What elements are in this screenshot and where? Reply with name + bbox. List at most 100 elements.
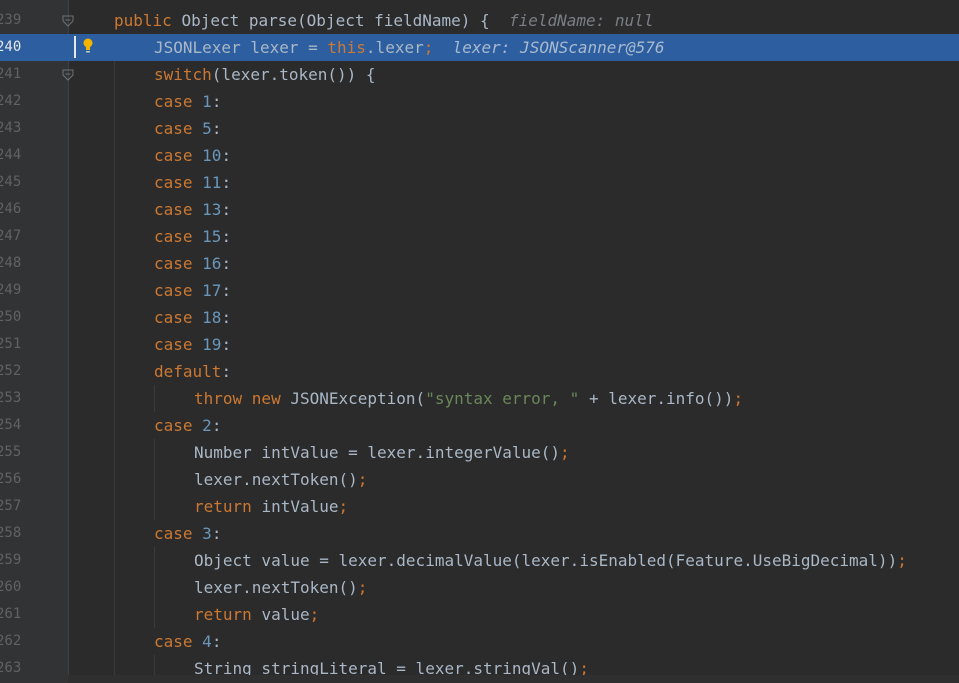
code-line[interactable]: 250 case 18: xyxy=(0,304,959,331)
line-number[interactable]: 249 xyxy=(0,277,26,304)
code-text[interactable]: return value; xyxy=(194,601,319,628)
code-text[interactable]: switch(lexer.token()) { xyxy=(154,61,376,88)
code-line[interactable]: 259 Object value = lexer.decimalValue(lex… xyxy=(0,547,959,574)
code-token: ; xyxy=(423,38,434,57)
code-line[interactable]: 256 lexer.nextToken(); xyxy=(0,466,959,493)
code-line[interactable]: 262 case 4: xyxy=(0,628,959,655)
code-text[interactable]: case 3: xyxy=(154,520,221,547)
code-line[interactable]: 257 return intValue; xyxy=(0,493,959,520)
code-text[interactable]: public Object parse(Object fieldName) { … xyxy=(114,7,653,34)
line-number[interactable]: 263 xyxy=(0,655,26,682)
lightbulb-icon[interactable] xyxy=(82,37,94,57)
code-text[interactable]: Object value = lexer.decimalValue(lexer.… xyxy=(194,547,907,574)
code-token: case xyxy=(154,335,203,354)
line-number[interactable]: 245 xyxy=(0,169,26,196)
code-token: 15 xyxy=(202,227,222,246)
code-text[interactable]: case 11: xyxy=(154,169,231,196)
code-line[interactable]: 252 default: xyxy=(0,358,959,385)
line-number[interactable]: 260 xyxy=(0,574,26,601)
code-text[interactable]: JSONLexer lexer = this.lexer; lexer: JSO… xyxy=(154,34,665,61)
code-token: : xyxy=(211,119,222,138)
code-token: 3 xyxy=(202,524,212,543)
code-text[interactable]: case 10: xyxy=(154,142,231,169)
line-number[interactable]: 259 xyxy=(0,547,26,574)
code-text[interactable]: case 18: xyxy=(154,304,231,331)
code-text[interactable]: case 15: xyxy=(154,223,231,250)
code-line[interactable]: 261 return value; xyxy=(0,601,959,628)
code-line[interactable]: 245 case 11: xyxy=(0,169,959,196)
code-text[interactable]: default: xyxy=(154,358,231,385)
line-number[interactable]: 240 xyxy=(0,34,26,61)
code-text[interactable]: case 19: xyxy=(154,331,231,358)
line-number[interactable]: 251 xyxy=(0,331,26,358)
fold-marker-icon[interactable] xyxy=(62,15,74,27)
line-number[interactable]: 239 xyxy=(0,7,26,34)
code-line[interactable]: 260 lexer.nextToken(); xyxy=(0,574,959,601)
code-line[interactable]: 255 Number intValue = lexer.integerValue(… xyxy=(0,439,959,466)
line-number[interactable]: 256 xyxy=(0,466,26,493)
code-text[interactable]: return intValue; xyxy=(194,493,348,520)
code-token: 10 xyxy=(202,146,222,165)
code-token: : xyxy=(211,524,222,543)
code-text[interactable]: case 4: xyxy=(154,628,221,655)
code-text[interactable]: throw new JSONException("syntax error, "… xyxy=(194,385,743,412)
code-line[interactable]: 254 case 2: xyxy=(0,412,959,439)
code-token: 2 xyxy=(202,416,212,435)
code-text[interactable]: case 16: xyxy=(154,250,231,277)
line-number[interactable]: 243 xyxy=(0,115,26,142)
code-line[interactable]: 242 case 1: xyxy=(0,88,959,115)
line-number[interactable]: 261 xyxy=(0,601,26,628)
code-token: : xyxy=(221,254,232,273)
line-number[interactable]: 262 xyxy=(0,628,26,655)
code-token: 4 xyxy=(202,632,212,651)
code-line[interactable]: 243 case 5: xyxy=(0,115,959,142)
code-line[interactable]: 249 case 17: xyxy=(0,277,959,304)
code-line[interactable]: 253 throw new JSONException("syntax error… xyxy=(0,385,959,412)
horizontal-scrollbar[interactable] xyxy=(68,675,959,683)
code-token: 1 xyxy=(202,92,212,111)
line-number[interactable]: 248 xyxy=(0,250,26,277)
line-number[interactable]: 253 xyxy=(0,385,26,412)
code-text[interactable]: lexer.nextToken(); xyxy=(194,574,367,601)
line-number[interactable]: 255 xyxy=(0,439,26,466)
code-line[interactable]: 244 case 10: xyxy=(0,142,959,169)
line-number[interactable]: 246 xyxy=(0,196,26,223)
code-token: .lexer xyxy=(365,38,424,57)
code-token: : xyxy=(221,146,232,165)
line-number[interactable]: 258 xyxy=(0,520,26,547)
code-line[interactable]: 247 case 15: xyxy=(0,223,959,250)
code-text[interactable]: Number intValue = lexer.integerValue(); xyxy=(194,439,570,466)
line-number[interactable]: 252 xyxy=(0,358,26,385)
code-line[interactable]: 246 case 13: xyxy=(0,196,959,223)
code-token: 19 xyxy=(202,335,222,354)
code-token: 5 xyxy=(202,119,212,138)
code-token: Number intValue = lexer.integerValue() xyxy=(194,443,561,462)
code-line[interactable]: 251 case 19: xyxy=(0,331,959,358)
code-line[interactable]: 258 case 3: xyxy=(0,520,959,547)
code-token: return xyxy=(194,605,262,624)
line-number[interactable]: 247 xyxy=(0,223,26,250)
code-line[interactable]: 239 public Object parse(Object fieldName)… xyxy=(0,7,959,34)
code-text[interactable]: case 2: xyxy=(154,412,221,439)
line-number[interactable]: 250 xyxy=(0,304,26,331)
code-editor[interactable]: 239 public Object parse(Object fieldName)… xyxy=(0,0,959,683)
code-text[interactable]: case 17: xyxy=(154,277,231,304)
code-token: : xyxy=(211,92,222,111)
line-number[interactable]: 244 xyxy=(0,142,26,169)
code-token: : xyxy=(221,281,232,300)
code-token: 11 xyxy=(202,173,222,192)
code-text[interactable]: case 13: xyxy=(154,196,231,223)
code-line[interactable]: 248 case 16: xyxy=(0,250,959,277)
code-line[interactable]: 240 JSONLexer lexer = this.lexer; lexer: … xyxy=(0,34,959,61)
code-token: this xyxy=(327,38,366,57)
line-number[interactable]: 254 xyxy=(0,412,26,439)
line-number[interactable]: 242 xyxy=(0,88,26,115)
code-text[interactable]: lexer.nextToken(); xyxy=(194,466,367,493)
code-line[interactable]: 241 switch(lexer.token()) { xyxy=(0,61,959,88)
line-number[interactable]: 241 xyxy=(0,61,26,88)
code-text[interactable]: case 5: xyxy=(154,115,221,142)
line-number[interactable]: 257 xyxy=(0,493,26,520)
fold-marker-icon[interactable] xyxy=(62,69,74,81)
inline-debug-value: fieldName: null xyxy=(508,11,654,30)
code-text[interactable]: case 1: xyxy=(154,88,221,115)
